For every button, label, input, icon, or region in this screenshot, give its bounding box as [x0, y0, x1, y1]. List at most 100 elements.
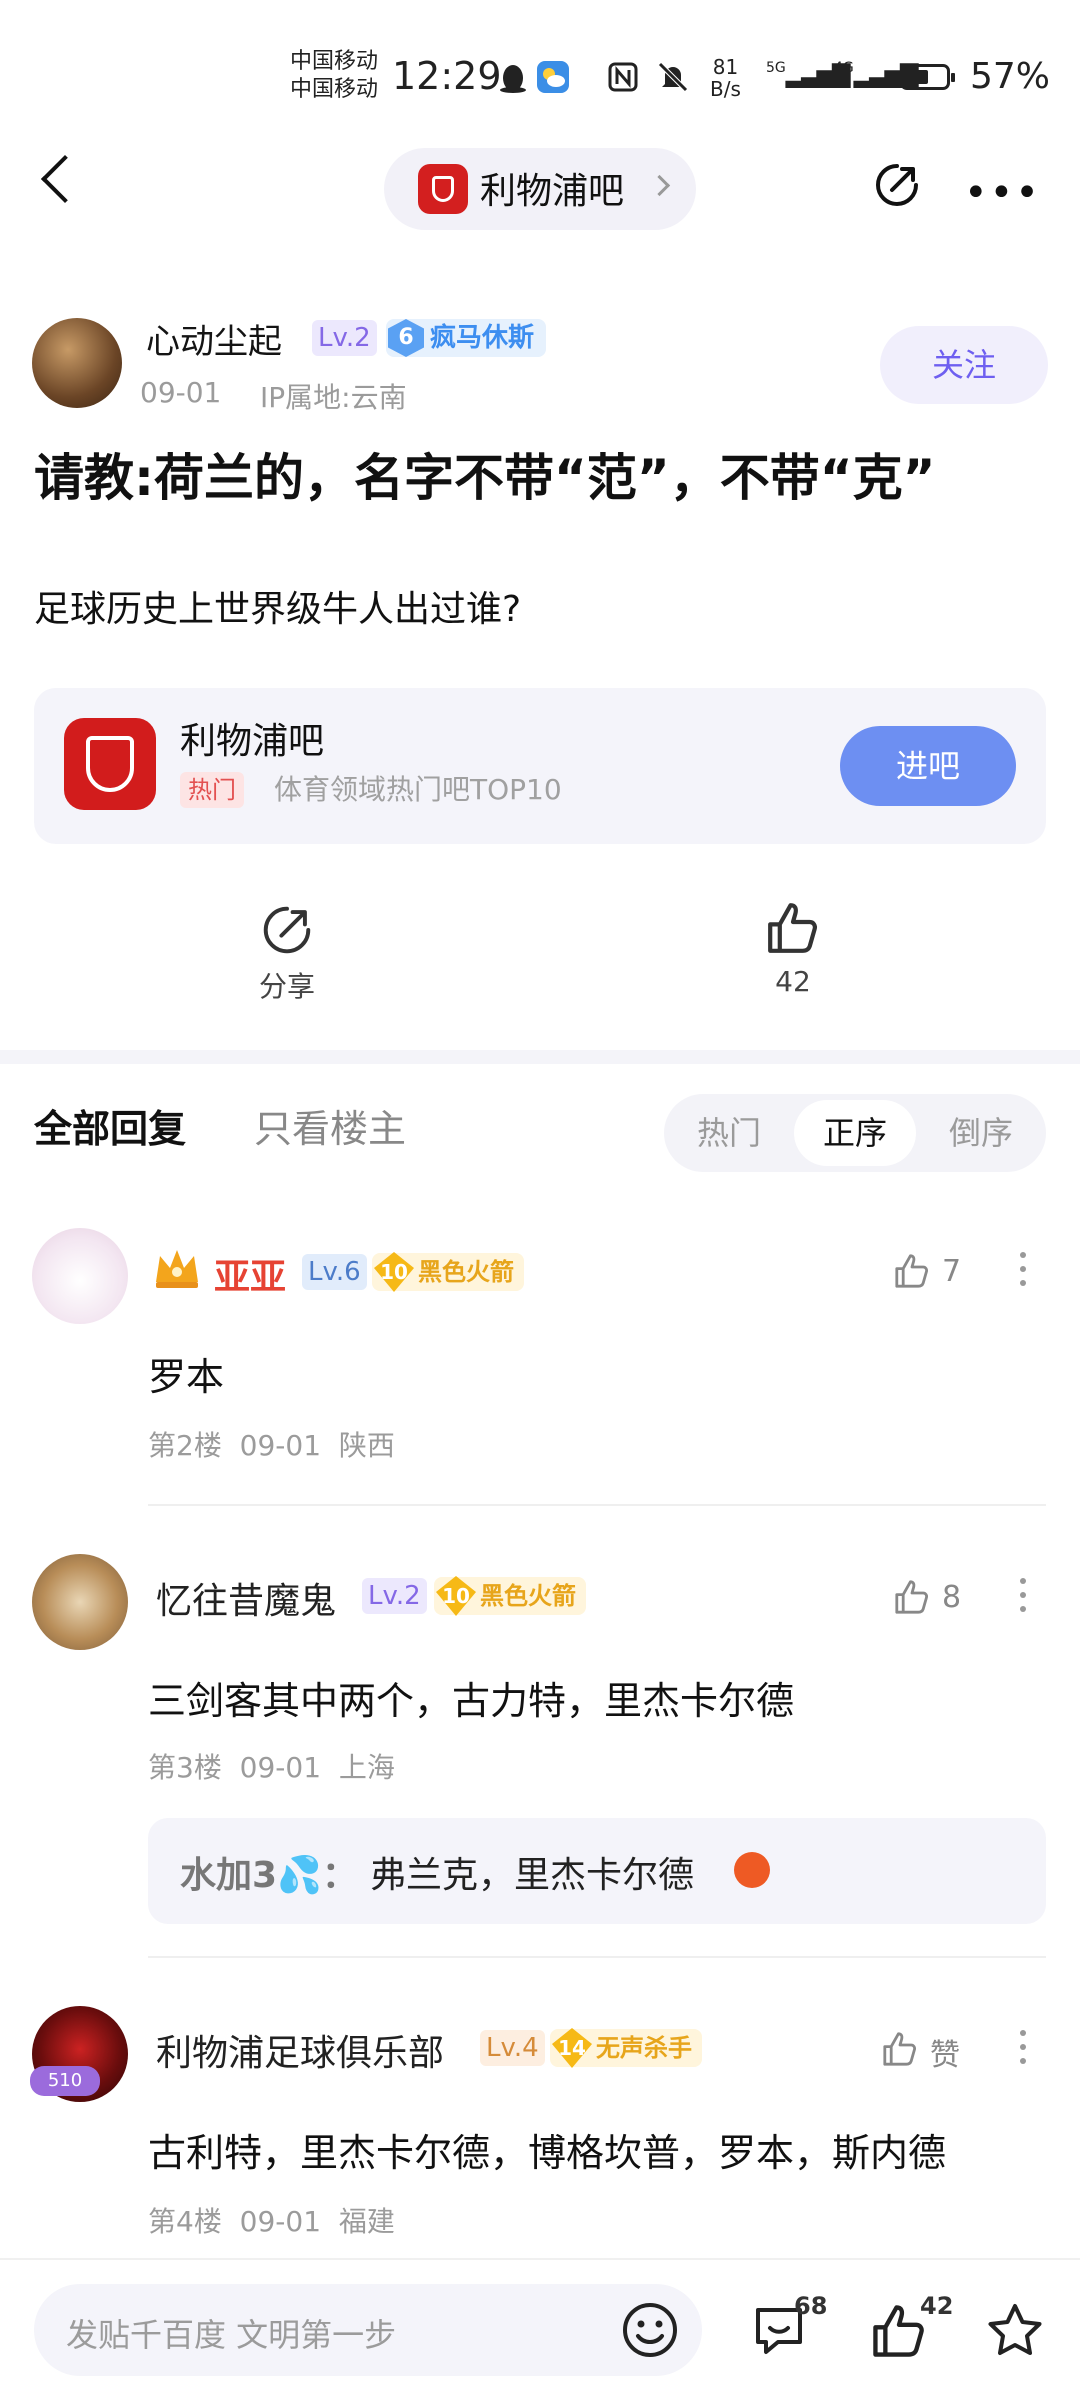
like-count: 42	[775, 965, 811, 998]
reply-level-badge: Lv.6	[302, 1254, 367, 1290]
follow-button[interactable]: 关注	[880, 326, 1048, 404]
reply-floor: 第2楼	[148, 1429, 222, 1462]
reply-meta: 第2楼 09-01 陕西	[148, 1424, 395, 1464]
mute-bell-icon	[658, 62, 688, 92]
bottom-action-bar: 发贴千百度 文明第一步 68 42	[0, 2258, 1080, 2402]
reply-location: 陕西	[338, 1429, 395, 1462]
badge-level-diamond: 10	[436, 1576, 476, 1616]
avatar-pendant: 510	[30, 2066, 100, 2096]
sort-ascending[interactable]: 正序	[800, 1094, 910, 1172]
author-level-badge: Lv.2	[312, 320, 377, 356]
reply-avatar[interactable]	[32, 1228, 128, 1324]
reply-more-icon[interactable]	[1020, 1252, 1028, 1294]
like-count-bottom: 42	[920, 2292, 954, 2320]
carrier-label: 中国移动 中国移动	[290, 48, 378, 104]
reply-avatar[interactable]	[32, 1554, 128, 1650]
network-speed: 81 B/s	[710, 56, 741, 100]
angry-emoji-icon	[734, 1852, 770, 1888]
reply-meta: 第3楼 09-01 上海	[148, 1746, 395, 1786]
like-action[interactable]: 42	[738, 898, 848, 998]
section-divider	[0, 1050, 1080, 1064]
reply-location: 福建	[338, 2205, 395, 2238]
author-avatar[interactable]	[32, 318, 122, 408]
nfc-icon	[608, 62, 638, 92]
reply-title-badge: 10 黑色火箭	[434, 1576, 586, 1616]
reply-input-placeholder: 发贴千百度 文明第一步	[66, 2316, 397, 2354]
forum-card-name: 利物浦吧	[180, 721, 325, 762]
share-label: 分享	[258, 970, 315, 1003]
thumbs-up-icon[interactable]	[892, 1250, 932, 1292]
star-icon[interactable]	[984, 2300, 1046, 2362]
reply-title-badge: 10 黑色火箭	[372, 1252, 524, 1292]
reply-text: 罗本	[148, 1355, 225, 1399]
badge-title: 无声杀手	[596, 2034, 692, 2062]
reply-date: 09-01	[239, 1429, 322, 1462]
reply-username[interactable]: 忆往昔魔鬼	[156, 1572, 336, 1624]
reply-text: 三剑客其中两个，古力特，里杰卡尔德	[148, 1679, 795, 1723]
reply-username[interactable]: 利物浦足球俱乐部	[156, 2024, 444, 2076]
carrier-1: 中国移动	[290, 49, 379, 74]
enter-forum-button[interactable]: 进吧	[840, 726, 1016, 806]
post-date: 09-01	[140, 376, 222, 409]
reply-floor: 第4楼	[148, 2205, 222, 2238]
sub-reply-username: 水加3💦	[180, 1855, 322, 1896]
share-icon[interactable]	[872, 160, 922, 210]
reply-separator	[148, 1504, 1046, 1506]
post-ip-location: IP属地:云南	[260, 381, 407, 414]
comment-count: 68	[794, 2292, 828, 2320]
reply-meta: 第4楼 09-01 福建	[148, 2200, 395, 2240]
post-body: 足球历史上世界级牛人出过谁?	[34, 589, 522, 630]
reply-more-icon[interactable]	[1020, 1578, 1028, 1620]
net-speed-value: 81	[712, 55, 739, 79]
carrier-2: 中国移动	[290, 77, 379, 102]
status-bar: 中国移动 中国移动 12:29 81 B/s 5G▂▃▅▇ 4G▂▃▅▇ 57%	[0, 0, 1080, 150]
reply-floor: 第3楼	[148, 1751, 222, 1784]
tab-op-only[interactable]: 只看楼主	[254, 1098, 406, 1153]
badge-level-diamond: 10	[374, 1252, 414, 1292]
badge-title: 黑色火箭	[480, 1582, 576, 1610]
thumbs-up-icon[interactable]	[892, 1576, 932, 1618]
tab-all-replies[interactable]: 全部回复	[34, 1098, 186, 1153]
sub-reply-text: 弗兰克，里杰卡尔德	[370, 1855, 695, 1896]
sort-segmented-control: 热门 正序 倒序	[664, 1094, 1046, 1172]
post-title: 请教:荷兰的，名字不带“范”，不带“克”	[34, 449, 936, 507]
emoji-icon[interactable]	[620, 2300, 680, 2360]
more-options-icon[interactable]: •••	[964, 170, 1041, 216]
battery-icon	[900, 64, 955, 90]
reply-separator	[148, 1956, 1046, 1958]
badge-title: 黑色火箭	[418, 1258, 514, 1286]
share-action[interactable]: 分享	[232, 902, 342, 1005]
reply-date: 09-01	[239, 1751, 322, 1784]
battery-percent: 57%	[970, 56, 1051, 97]
forum-card[interactable]: 利物浦吧 热门 体育领域热门吧TOP10 进吧	[34, 688, 1046, 844]
reply-date: 09-01	[239, 2205, 322, 2238]
reply-input[interactable]: 发贴千百度 文明第一步	[34, 2284, 702, 2376]
hot-tag: 热门	[180, 772, 244, 808]
sort-hot[interactable]: 热门	[674, 1094, 784, 1172]
clock: 12:29	[392, 54, 502, 98]
reply-like-count: 8	[942, 1580, 962, 1615]
forum-logo-icon	[64, 718, 156, 810]
forum-card-desc: 体育领域热门吧TOP10	[274, 773, 562, 806]
reply-username[interactable]: 亚亚	[214, 1248, 286, 1300]
sub-reply-colon: ：	[321, 1855, 358, 1896]
author-title-badge: 6 疯马休斯	[386, 319, 547, 357]
sub-reply-box[interactable]: 水加3💦： 弗兰克，里杰卡尔德	[148, 1818, 1046, 1924]
thumbs-up-icon	[768, 903, 817, 953]
reply-text: 古利特，里杰卡尔德，博格坎普，罗本，斯内德	[148, 2131, 947, 2175]
forum-name-pill[interactable]: 利物浦吧	[384, 148, 696, 230]
reply-level-badge: Lv.4	[480, 2030, 545, 2066]
reply-more-icon[interactable]	[1020, 2030, 1028, 2072]
chevron-right-icon	[648, 174, 671, 197]
author-name[interactable]: 心动尘起	[146, 314, 282, 363]
share-icon	[263, 906, 311, 954]
reply-like-label: 赞	[930, 2038, 960, 2073]
back-arrow-icon[interactable]	[40, 154, 90, 204]
reply-location: 上海	[338, 1751, 395, 1784]
sort-descending[interactable]: 倒序	[926, 1094, 1036, 1172]
badge-level-hex: 6	[388, 319, 424, 357]
reply-like-count: 7	[942, 1254, 962, 1289]
badge-level-diamond: 14	[552, 2028, 592, 2068]
weather-icon	[537, 61, 569, 93]
thumbs-up-icon[interactable]	[880, 2028, 920, 2070]
